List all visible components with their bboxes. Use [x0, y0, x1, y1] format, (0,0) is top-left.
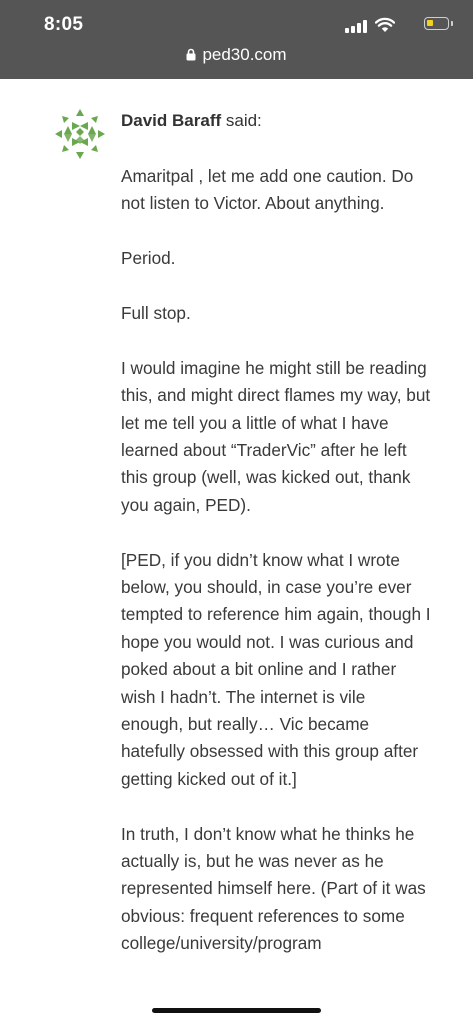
signal-icon [345, 20, 367, 33]
comment-paragraph: [PED, if you didn’t know what I wrote be… [121, 549, 431, 789]
comment-paragraph: I would imagine he might still be readin… [121, 357, 431, 515]
lock-icon [186, 48, 196, 61]
status-icons [339, 17, 453, 33]
home-indicator[interactable] [152, 1008, 321, 1013]
comment-author[interactable]: David Baraff [121, 111, 221, 130]
browser-top-bar: 8:05 ped30.com [0, 0, 473, 79]
comment-header: David Baraff said: [121, 111, 262, 131]
wifi-icon [375, 17, 395, 32]
comment-paragraph: Amaritpal , let me add one caution. Do n… [121, 166, 414, 214]
avatar [55, 109, 105, 159]
comment-body: Amaritpal , let me add one caution. Do n… [121, 163, 431, 985]
url-text: ped30.com [202, 45, 287, 64]
clock: 8:05 [44, 14, 84, 35]
said-label: said: [221, 111, 262, 130]
comment-paragraph: In truth, I don’t know what he thinks he… [121, 823, 426, 954]
comment-paragraph: Full stop. [121, 303, 191, 323]
battery-icon [424, 17, 453, 30]
address-bar[interactable]: ped30.com [0, 45, 473, 65]
comment-paragraph: Period. [121, 248, 176, 269]
